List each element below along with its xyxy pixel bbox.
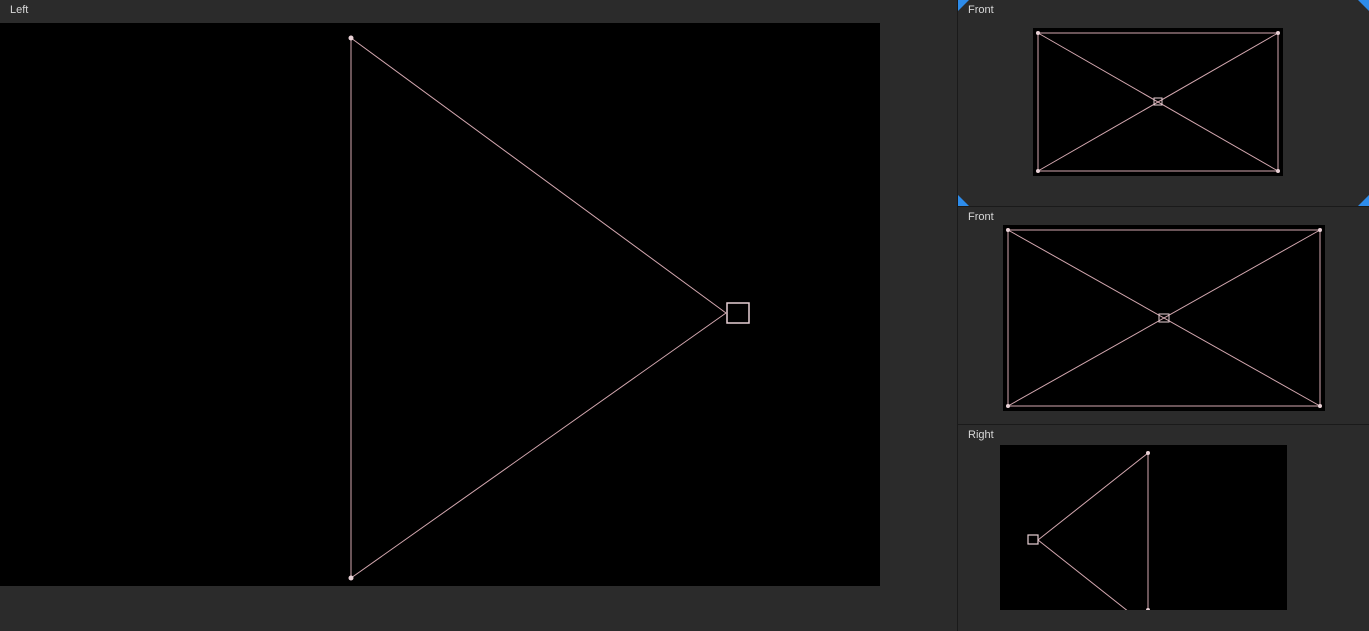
active-corner-bl-icon [958, 195, 969, 206]
wireframe-left-icon [0, 23, 880, 586]
viewport-label-front-2[interactable]: Front [968, 211, 994, 223]
wireframe-front2-icon [1003, 225, 1325, 411]
viewport-label-front-1[interactable]: Front [968, 4, 994, 16]
wireframe-front1-icon [1033, 28, 1283, 176]
viewport-right[interactable]: Right [958, 425, 1369, 631]
viewport-label-right[interactable]: Right [968, 429, 994, 441]
wireframe-right-icon [1000, 445, 1287, 610]
viewport-left[interactable]: Left [0, 0, 958, 631]
active-corner-tl-icon [958, 0, 969, 11]
viewport-canvas-front-2[interactable] [1003, 225, 1325, 411]
side-panels-container: Front Front [958, 0, 1369, 631]
viewport-canvas-left[interactable] [0, 23, 880, 586]
active-corner-tr-icon [1358, 0, 1369, 11]
active-corner-br-icon [1358, 195, 1369, 206]
viewport-front-1[interactable]: Front [958, 0, 1369, 207]
viewport-canvas-right[interactable] [1000, 445, 1287, 610]
viewport-canvas-front-1[interactable] [1033, 28, 1283, 176]
viewport-front-2[interactable]: Front [958, 207, 1369, 425]
viewport-label-left[interactable]: Left [10, 4, 28, 16]
